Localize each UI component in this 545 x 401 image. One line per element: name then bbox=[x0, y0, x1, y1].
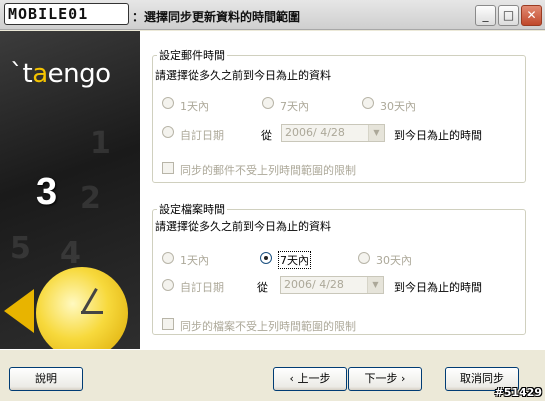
step-number: 3 bbox=[36, 171, 58, 213]
file-from-label: 從 bbox=[257, 281, 268, 294]
mail-radio-7day[interactable] bbox=[262, 97, 274, 109]
decor-digit: 5 bbox=[10, 231, 31, 266]
arrow-icon bbox=[4, 289, 34, 333]
wizard-sidebar: 2 5 4 1 `taengo 3 bbox=[0, 31, 140, 349]
mail-from-label: 從 bbox=[261, 129, 272, 142]
file-prompt: 請選擇從多久之前到今日為止的資料 bbox=[155, 220, 331, 233]
decor-digit: 2 bbox=[80, 181, 101, 216]
decor-digit: 4 bbox=[60, 236, 81, 271]
button-bar: 說明 ‹ 上一步 下一步 › 取消同步 #51429 bbox=[0, 349, 545, 401]
wizard-content: 設定郵件時間 請選擇從多久之前到今日為止的資料 1天內 7天內 30天內 自訂日… bbox=[140, 31, 545, 349]
mobile01-logo: MOBILE01 bbox=[4, 3, 129, 25]
brand-rest: engo bbox=[47, 59, 111, 89]
file-radio-7day[interactable] bbox=[260, 252, 272, 264]
mail-date-value: 2006/ 4/28 bbox=[285, 126, 345, 139]
file-ignore-range-checkbox[interactable] bbox=[162, 318, 174, 330]
help-button[interactable]: 說明 bbox=[9, 367, 83, 391]
file-date-value: 2006/ 4/28 bbox=[284, 278, 344, 291]
mail-ignore-range-label: 同步的郵件不受上列時間範圍的限制 bbox=[180, 164, 356, 177]
file-to-label: 到今日為止的時間 bbox=[394, 281, 482, 294]
file-radio-30day[interactable] bbox=[358, 252, 370, 264]
watermark: #51429 bbox=[494, 386, 543, 399]
file-label-custom: 自訂日期 bbox=[180, 281, 224, 294]
mail-radio-1day[interactable] bbox=[162, 97, 174, 109]
taengo-logo: `taengo bbox=[10, 59, 111, 89]
mail-label-custom: 自訂日期 bbox=[180, 129, 224, 142]
file-label-30day: 30天內 bbox=[376, 254, 412, 267]
mail-label-7day: 7天內 bbox=[280, 100, 309, 113]
mail-prompt: 請選擇從多久之前到今日為止的資料 bbox=[155, 69, 331, 82]
chevron-down-icon[interactable]: ▼ bbox=[368, 125, 384, 141]
file-radio-1day[interactable] bbox=[162, 252, 174, 264]
back-button[interactable]: ‹ 上一步 bbox=[273, 367, 347, 391]
mail-ignore-range-checkbox[interactable] bbox=[162, 162, 174, 174]
file-label-7day: 7天內 bbox=[278, 251, 311, 269]
file-group-legend: 設定檔案時間 bbox=[159, 203, 225, 216]
mail-label-30day: 30天內 bbox=[380, 100, 416, 113]
mail-label-1day: 1天內 bbox=[180, 100, 209, 113]
decor-digit: 1 bbox=[90, 126, 111, 161]
file-date-picker[interactable]: 2006/ 4/28 ▼ bbox=[280, 276, 384, 294]
mail-radio-custom[interactable] bbox=[162, 126, 174, 138]
mail-group-legend: 設定郵件時間 bbox=[159, 49, 225, 62]
minimize-button[interactable]: _ bbox=[475, 5, 496, 26]
mail-to-label: 到今日為止的時間 bbox=[394, 129, 482, 142]
maximize-button[interactable]: □ bbox=[498, 5, 519, 26]
brand-accent: a bbox=[32, 59, 48, 89]
file-radio-custom[interactable] bbox=[162, 279, 174, 291]
file-label-1day: 1天內 bbox=[180, 254, 209, 267]
clock-icon bbox=[36, 267, 128, 349]
chevron-down-icon[interactable]: ▼ bbox=[367, 277, 383, 293]
file-ignore-range-label: 同步的檔案不受上列時間範圍的限制 bbox=[180, 320, 356, 333]
next-button[interactable]: 下一步 › bbox=[348, 367, 422, 391]
brand-prefix: `t bbox=[10, 59, 33, 89]
close-button[interactable]: ✕ bbox=[521, 5, 542, 26]
title-bar: MOBILE01 ：選擇同步更新資料的時間範圍 _ □ ✕ bbox=[0, 0, 545, 30]
mail-radio-30day[interactable] bbox=[362, 97, 374, 109]
mail-date-picker[interactable]: 2006/ 4/28 ▼ bbox=[281, 124, 385, 142]
window-title: ：選擇同步更新資料的時間範圍 bbox=[132, 10, 301, 24]
